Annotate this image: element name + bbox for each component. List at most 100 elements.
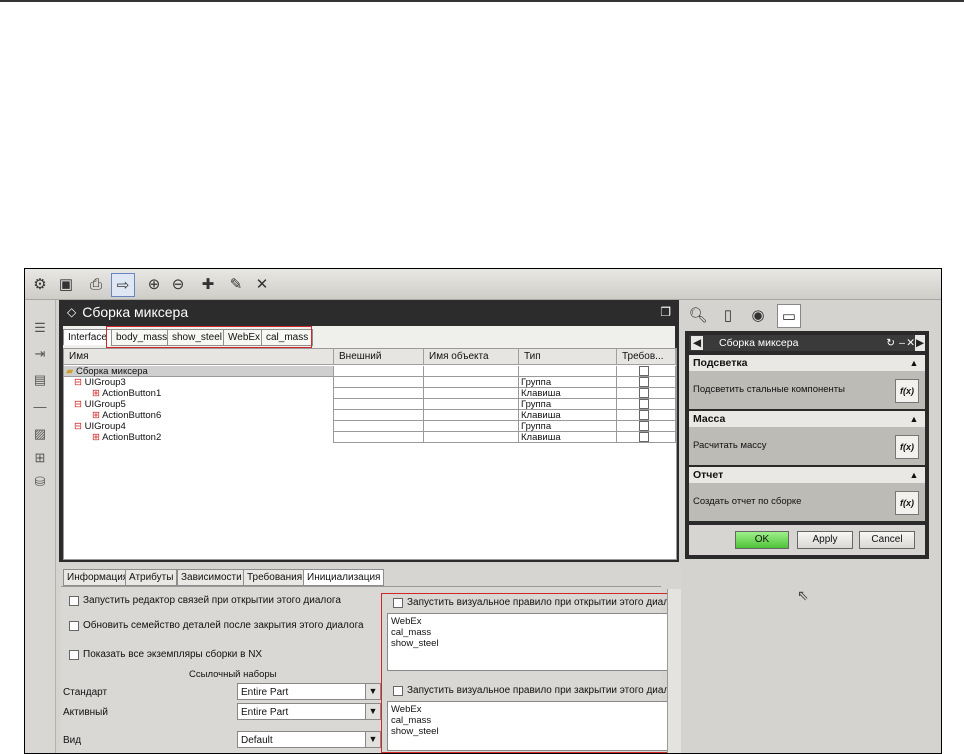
left-toolbar: ☰ ⇥ ▤ — ▨ ⊞ ⛁ [25,300,56,753]
button-icon: ⊞ [92,388,100,399]
print-icon[interactable]: ⎙ [85,273,107,295]
assembly-dialog: ◇ Сборка миксера ❐ Interface body_mass s… [59,300,679,562]
main-toolbar: ⚙ ▣ ⎙ ⇨ ⊕ ⊖ ✚ ✎ ✕ [25,269,941,300]
tab-dependencies[interactable]: Зависимости [177,569,246,586]
table-row[interactable]: ▰ Сборка миксера [64,366,676,377]
minimize-icon[interactable]: – [899,335,905,351]
panel-title: Сборка миксера [719,337,799,349]
section-header[interactable]: Подсветка [689,355,925,371]
required-checkbox[interactable] [639,377,649,387]
database-icon[interactable]: ⛁ [30,472,50,492]
table-row[interactable]: ⊟ UIGroup3 Группа [64,377,676,388]
active-select[interactable]: Entire Part ▼ [237,703,381,720]
required-checkbox[interactable] [639,366,649,376]
zoom-out-icon[interactable]: ⊖ [167,273,189,295]
eye-icon[interactable]: ◉ [747,304,769,326]
chevron-down-icon[interactable]: ▼ [365,704,380,719]
table-row[interactable]: ⊞ ActionButton2 Клавиша [64,432,676,443]
tab-initialization[interactable]: Инициализация [303,569,385,586]
select-arrow-icon[interactable]: ⇨ [111,273,135,297]
col-object-name[interactable]: Имя объекта [424,349,519,365]
standard-select[interactable]: Entire Part ▼ [237,683,381,700]
rules-highlight [381,593,687,753]
chevron-down-icon[interactable]: ▼ [365,684,380,699]
col-required[interactable]: Требов... [617,349,676,365]
cancel-button[interactable]: Cancel [859,531,915,549]
monitor-icon[interactable]: ▯ [717,304,739,326]
assembly-icon[interactable]: ⚙ [29,273,51,295]
vertical-scrollbar[interactable] [667,589,682,753]
add-node-icon[interactable]: ⊞ [30,448,50,468]
mouse-cursor-icon: ⇖ [797,587,809,603]
delete-icon[interactable]: ✕ [251,273,273,295]
required-checkbox[interactable] [639,399,649,409]
refresh-icon[interactable]: ↻ [886,335,895,351]
apply-button[interactable]: Apply [797,531,853,549]
chevron-left-icon[interactable]: ◀ [691,336,703,350]
checkbox[interactable] [69,620,79,631]
tab-interface[interactable]: Interface [63,329,112,345]
option-show-instances[interactable]: Показать все экземпляры сборки в NX [69,649,262,660]
dialog-tabs: Interface body_mass show_steel WebEx cal… [63,326,675,348]
option-link-editor[interactable]: Запустить редактор связей при открытии э… [69,595,341,606]
diamond-icon: ◇ [67,305,77,319]
zoom-in-icon[interactable]: ⊕ [143,273,165,295]
required-checkbox[interactable] [639,432,649,442]
chevron-up-icon[interactable]: ▲ [907,469,921,481]
chevron-down-icon[interactable]: ▼ [365,732,380,747]
list-icon[interactable]: ☰ [30,318,50,338]
tab-requirements[interactable]: Требования [243,569,307,586]
window-icon[interactable]: ▭ [777,304,801,328]
required-checkbox[interactable] [639,388,649,398]
add-rule-icon[interactable]: ✚ [197,273,219,295]
function-button[interactable]: f(x) [895,491,919,515]
button-icon: ⊞ [92,432,100,443]
table-row[interactable]: ⊟ UIGroup4 Группа [64,421,676,432]
group-icon: ⊟ [74,377,82,388]
tab-info[interactable]: Информация [63,569,133,586]
section-report: Отчет ▲ Создать отчет по сборке f(x) [689,467,925,521]
panel-titlebar: ◀ Сборка миксера ↻ – ✕ ▶ [689,335,925,351]
table-row[interactable]: ⊞ ActionButton1 Клавиша [64,388,676,399]
ok-button[interactable]: OK [735,531,789,549]
view-select[interactable]: Default ▼ [237,731,381,748]
resource-tabs: 🔍︎ ▯ ◉ ▭ [681,300,941,330]
section-header[interactable]: Отчет [689,467,925,483]
function-button[interactable]: f(x) [895,379,919,403]
button-icon: ⊞ [92,410,100,421]
function-button[interactable]: f(x) [895,435,919,459]
field-label: Стандарт [63,687,108,698]
chevron-up-icon[interactable]: ▲ [907,357,921,369]
tab-attributes[interactable]: Атрибуты [125,569,178,586]
edit-icon[interactable]: ✎ [225,273,247,295]
page-top-rule [0,0,964,2]
table-row[interactable]: ⊞ ActionButton6 Клавиша [64,410,676,421]
col-external[interactable]: Внешний [334,349,424,365]
chevron-right-icon[interactable]: ▶ [915,335,925,351]
checkbox[interactable] [69,595,79,606]
close-icon[interactable]: ✕ [906,335,915,351]
option-update-family[interactable]: Обновить семейство деталей после закрыти… [69,620,364,631]
checkbox[interactable] [69,649,79,660]
group-icon: ⊟ [74,421,82,432]
insert-icon[interactable]: ⇥ [30,344,50,364]
save-icon[interactable]: ▣ [55,273,77,295]
properties-panel: Информация Атрибуты Зависимости Требован… [59,565,687,753]
layout-icon[interactable]: ▤ [30,370,50,390]
restore-icon[interactable]: ❐ [660,305,671,319]
col-type[interactable]: Тип [519,349,617,365]
section-header[interactable]: Масса [689,411,925,427]
chevron-up-icon[interactable]: ▲ [907,413,921,425]
interface-tree-grid: Имя Внешний Имя объекта Тип Требов... ▰ … [63,348,677,560]
col-name[interactable]: Имя [64,349,334,365]
section-mass: Масса ▲ Расчитать массу f(x) [689,411,925,465]
action-label: Расчитать массу [689,427,925,465]
row-name-cell: ⊟ UIGroup3 [64,377,334,388]
search-icon[interactable]: 🔍︎ [687,304,709,326]
table-row[interactable]: ⊟ UIGroup5 Группа [64,399,676,410]
required-checkbox[interactable] [639,410,649,420]
nx-window: ⚙ ▣ ⎙ ⇨ ⊕ ⊖ ✚ ✎ ✕ ☰ ⇥ ▤ — ▨ ⊞ ⛁ ◇ Сборка… [24,268,942,754]
row-name-cell: ⊞ ActionButton6 [64,410,334,421]
required-checkbox[interactable] [639,421,649,431]
image-icon[interactable]: ▨ [30,424,50,444]
